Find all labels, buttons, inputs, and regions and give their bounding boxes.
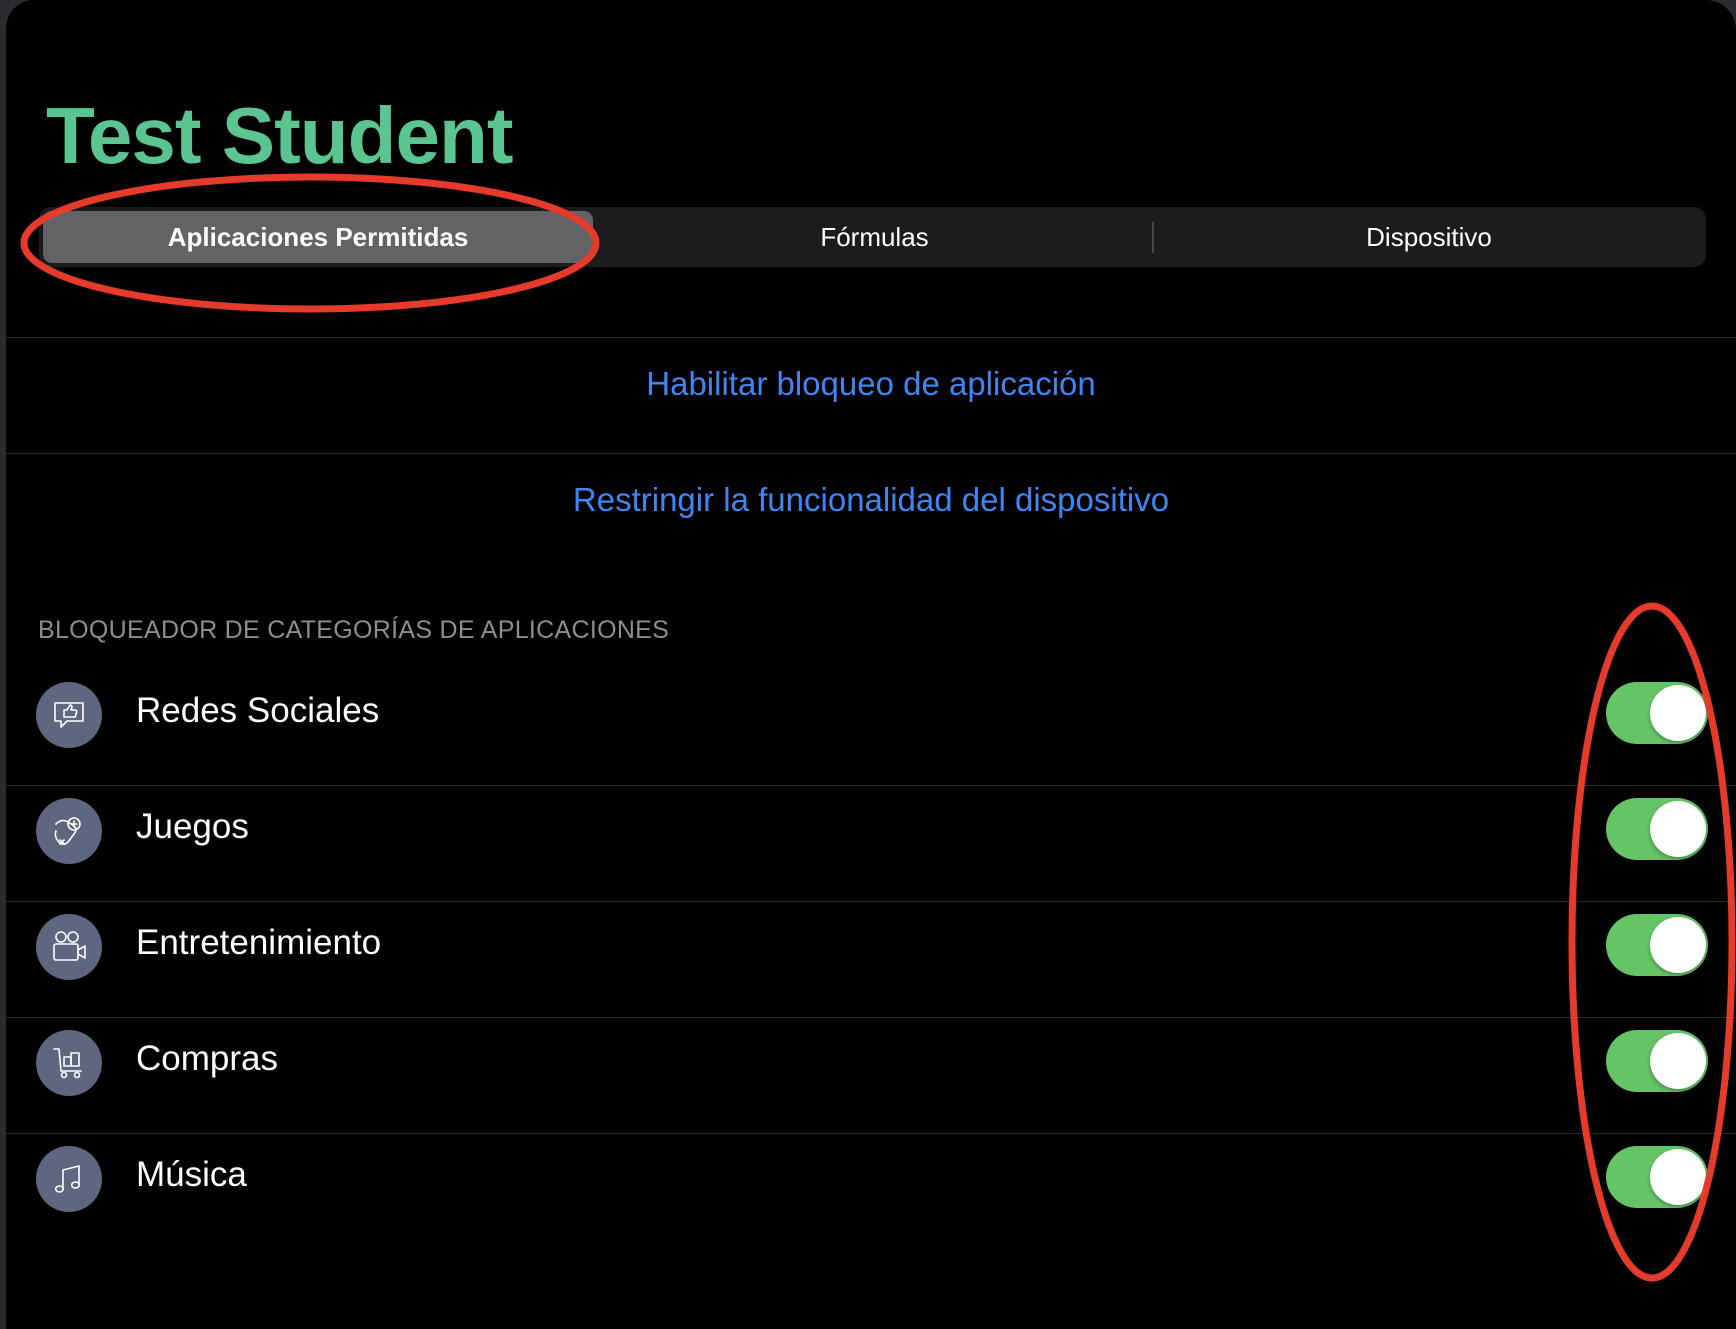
- toggle-knob: [1650, 685, 1706, 741]
- toggle-knob: [1650, 1033, 1706, 1089]
- shopping-cart-icon: [36, 1030, 102, 1096]
- toggle-knob: [1650, 917, 1706, 973]
- divider: [6, 337, 1736, 338]
- category-label: Redes Sociales: [136, 691, 380, 730]
- category-row-musica: Música: [6, 1120, 1736, 1236]
- category-row-entretenimiento: Entretenimiento: [6, 888, 1736, 1004]
- category-label: Compras: [136, 1039, 278, 1078]
- segmented-control: Aplicaciones Permitidas Fórmulas Disposi…: [39, 207, 1706, 267]
- social-media-icon: [36, 682, 102, 748]
- page-title: Test Student: [46, 91, 514, 180]
- compras-toggle[interactable]: [1606, 1030, 1708, 1092]
- category-row-juegos: Juegos: [6, 772, 1736, 888]
- category-blocker-header: BLOQUEADOR DE CATEGORÍAS DE APLICACIONES: [38, 616, 670, 644]
- restrict-device-link[interactable]: Restringir la funcionalidad del disposit…: [6, 481, 1736, 519]
- entretenimiento-toggle[interactable]: [1606, 914, 1708, 976]
- entertainment-camera-icon: [36, 914, 102, 980]
- enable-app-lock-link[interactable]: Habilitar bloqueo de aplicación: [6, 365, 1736, 403]
- student-settings-panel: Test Student Aplicaciones Permitidas Fór…: [6, 0, 1736, 1329]
- toggle-knob: [1650, 1149, 1706, 1205]
- category-label: Entretenimiento: [136, 923, 382, 962]
- category-label: Juegos: [136, 807, 249, 846]
- tab-dispositivo[interactable]: Dispositivo: [1156, 211, 1702, 263]
- juegos-toggle[interactable]: [1606, 798, 1708, 860]
- musica-toggle[interactable]: [1606, 1146, 1708, 1208]
- divider: [6, 453, 1736, 454]
- games-controller-icon: [36, 798, 102, 864]
- music-note-icon: [36, 1146, 102, 1212]
- tab-formulas[interactable]: Fórmulas: [599, 211, 1150, 263]
- category-row-redes-sociales: Redes Sociales: [6, 656, 1736, 772]
- segment-divider: [1152, 222, 1154, 253]
- redes-sociales-toggle[interactable]: [1606, 682, 1708, 744]
- tab-aplicaciones-permitidas[interactable]: Aplicaciones Permitidas: [43, 211, 593, 263]
- category-label: Música: [136, 1155, 247, 1194]
- category-row-compras: Compras: [6, 1004, 1736, 1120]
- toggle-knob: [1650, 801, 1706, 857]
